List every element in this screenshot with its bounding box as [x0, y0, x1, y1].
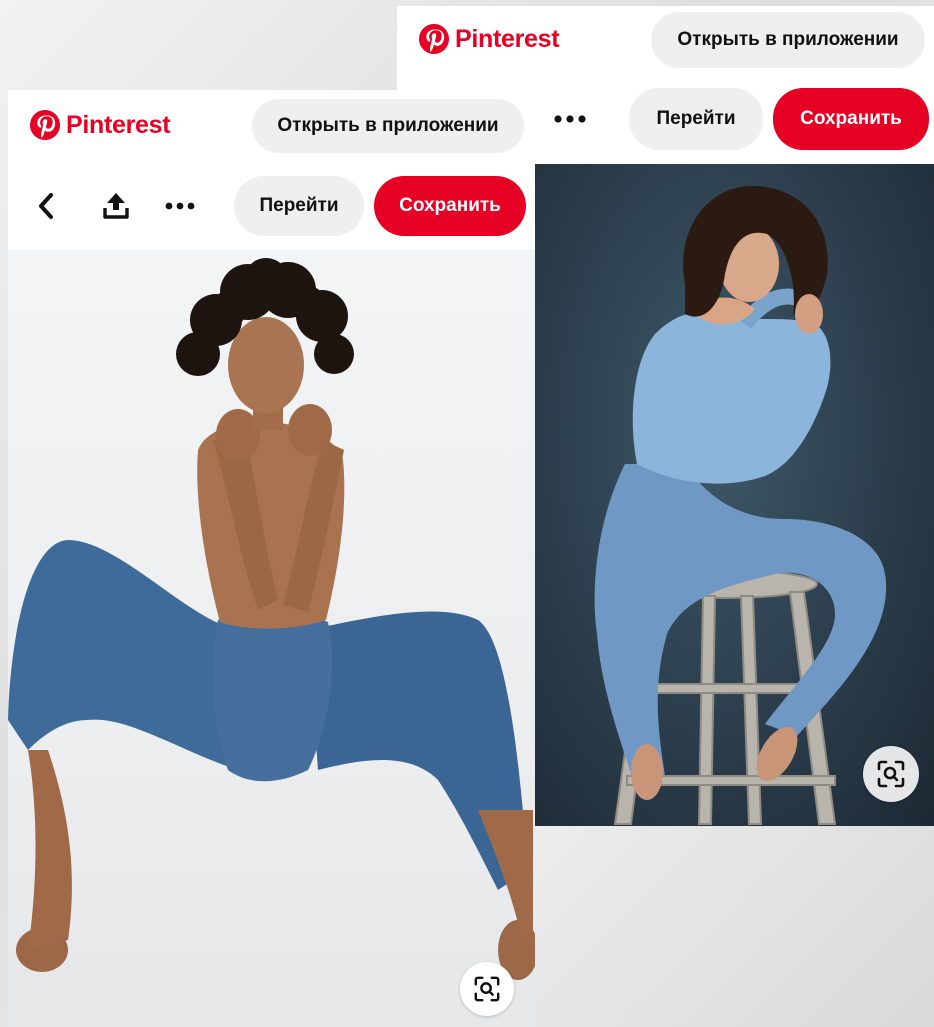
more-options-button[interactable]	[158, 184, 202, 228]
visual-search-icon	[877, 760, 905, 788]
left-pinterest-logo[interactable]: Pinterest	[30, 110, 171, 140]
go-button[interactable]: Перейти	[234, 176, 364, 236]
save-label: Сохранить	[800, 108, 902, 129]
share-button[interactable]	[94, 182, 138, 230]
pinterest-logo-icon	[419, 24, 449, 54]
go-label: Перейти	[656, 108, 736, 129]
go-label: Перейти	[259, 195, 339, 216]
left-pin-image[interactable]	[8, 250, 535, 1027]
go-button[interactable]: Перейти	[629, 88, 763, 150]
left-screen: Pinterest Открыть в приложении Перейти С…	[8, 90, 535, 1027]
visual-search-button[interactable]	[460, 962, 514, 1016]
more-dots-icon	[165, 202, 195, 210]
pinterest-logo-icon	[30, 110, 60, 140]
open-in-app-button[interactable]: Открыть в приложении	[252, 99, 524, 153]
more-dots-icon	[554, 115, 586, 123]
save-label: Сохранить	[399, 195, 501, 216]
brand-name: Pinterest	[66, 110, 171, 139]
left-action-bar: Перейти Сохранить	[8, 162, 535, 250]
woman-on-stool-illustration	[594, 185, 887, 825]
left-top-bar: Pinterest Открыть в приложении	[8, 90, 535, 163]
open-in-app-label: Открыть в приложении	[677, 29, 899, 50]
open-in-app-label: Открыть в приложении	[277, 115, 499, 136]
visual-search-icon	[474, 976, 500, 1002]
right-pinterest-logo[interactable]: Pinterest	[419, 24, 560, 54]
brand-name: Pinterest	[455, 24, 560, 53]
right-top-bar: Pinterest Открыть в приложении	[397, 6, 934, 75]
save-button[interactable]: Сохранить	[773, 88, 929, 150]
back-chevron-icon	[39, 193, 53, 219]
back-button[interactable]	[26, 182, 66, 230]
open-in-app-button[interactable]: Открыть в приложении	[651, 12, 925, 68]
save-button[interactable]: Сохранить	[374, 176, 526, 236]
share-icon	[103, 193, 129, 219]
right-action-bar: Перейти Сохранить	[535, 74, 934, 164]
visual-search-button[interactable]	[863, 746, 919, 802]
right-pin-image[interactable]	[535, 164, 934, 826]
more-options-button[interactable]	[545, 96, 595, 142]
woman-in-jeans-illustration	[8, 258, 535, 980]
